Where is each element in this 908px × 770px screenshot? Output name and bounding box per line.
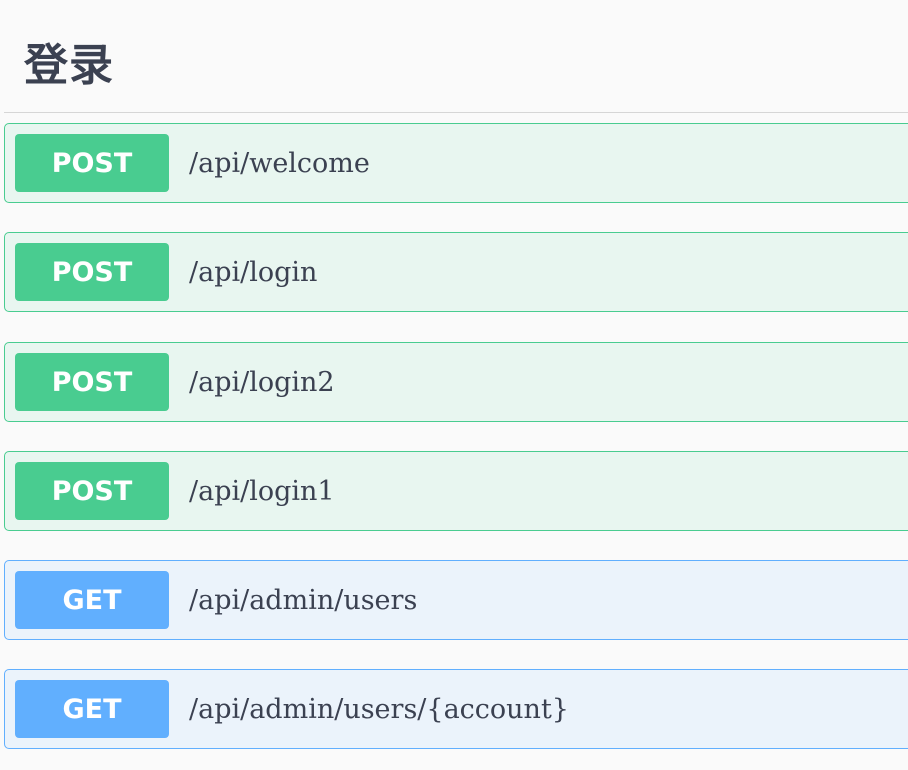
operation-path: /api/login1 bbox=[189, 475, 335, 507]
method-badge: GET bbox=[15, 571, 169, 629]
section-header[interactable]: 登录 bbox=[4, 0, 908, 113]
operation-get-admin-users[interactable]: GET /api/admin/users bbox=[4, 560, 908, 640]
method-badge: POST bbox=[15, 134, 169, 192]
operation-post-login1[interactable]: POST /api/login1 bbox=[4, 451, 908, 531]
operation-post-login[interactable]: POST /api/login bbox=[4, 232, 908, 312]
operation-post-login2[interactable]: POST /api/login2 bbox=[4, 342, 908, 422]
operation-path: /api/welcome bbox=[189, 147, 370, 179]
operation-path: /api/admin/users/{account} bbox=[189, 693, 569, 725]
operation-path: /api/admin/users bbox=[189, 584, 418, 616]
method-badge: POST bbox=[15, 462, 169, 520]
operation-get-admin-users-account[interactable]: GET /api/admin/users/{account} bbox=[4, 669, 908, 749]
section-title: 登录 bbox=[24, 40, 114, 91]
operation-path: /api/login2 bbox=[189, 366, 335, 398]
method-badge: POST bbox=[15, 243, 169, 301]
method-badge: POST bbox=[15, 353, 169, 411]
api-docs-page: 登录 POST /api/welcome POST /api/login POS… bbox=[0, 0, 908, 770]
method-badge: GET bbox=[15, 680, 169, 738]
operation-path: /api/login bbox=[189, 256, 318, 288]
operation-post-welcome[interactable]: POST /api/welcome bbox=[4, 123, 908, 203]
